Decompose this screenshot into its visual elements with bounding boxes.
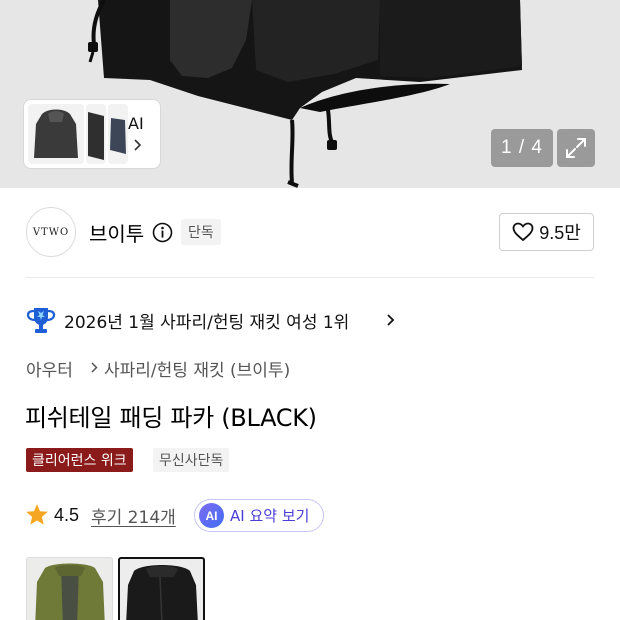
color-option-black[interactable] <box>118 557 205 620</box>
chevron-right-icon <box>134 139 142 151</box>
thumbnail-image <box>108 104 128 164</box>
like-count: 9.5만 <box>539 223 581 243</box>
ai-summary-label: AI 요약 보기 <box>230 507 310 525</box>
ranking-link[interactable]: 2026년 1월 사파리/헌팅 재킷 여성 1위 <box>64 308 349 333</box>
ai-thumbnail-label[interactable]: AI <box>128 114 144 133</box>
ai-badge-icon: AI <box>199 503 224 528</box>
thumbnail-image <box>86 104 106 164</box>
chevron-right-icon <box>91 362 98 373</box>
exclusive-badge: 단독 <box>181 219 221 245</box>
color-option-khaki[interactable] <box>26 557 113 620</box>
expand-icon <box>566 138 586 158</box>
black-parka-image <box>126 565 198 620</box>
chevron-right-icon[interactable] <box>386 313 396 327</box>
breadcrumb-item[interactable]: 아우터 <box>26 356 73 381</box>
review-count-link[interactable]: 후기 214개 <box>91 503 176 528</box>
product-image-gallery[interactable]: AI 1 / 4 <box>0 0 620 188</box>
breadcrumb-item[interactable]: 사파리/헌팅 재킷 (브이투) <box>104 356 290 381</box>
star-icon <box>26 504 48 525</box>
info-icon[interactable] <box>152 222 173 243</box>
ai-thumbnail-card[interactable] <box>24 100 160 168</box>
heart-outline-icon <box>512 222 534 242</box>
image-counter: 1 / 4 <box>491 129 553 167</box>
thumbnail-image <box>28 104 84 164</box>
brand-name[interactable]: 브이투 <box>89 218 144 247</box>
ai-summary-button[interactable]: AI AI 요약 보기 <box>194 499 324 532</box>
khaki-parka-image <box>35 563 105 620</box>
expand-button[interactable] <box>557 129 595 167</box>
like-button[interactable]: 9.5만 <box>499 213 594 251</box>
product-title: 피쉬테일 패딩 파카 (BLACK) <box>25 404 317 432</box>
trophy-icon <box>26 308 56 333</box>
exclusive-tag: 무신사단독 <box>153 448 230 472</box>
brand-logo[interactable]: VTWO <box>26 207 76 257</box>
divider <box>26 277 594 278</box>
clearance-tag: 클리어런스 위크 <box>26 448 133 472</box>
rating-score: 4.5 <box>54 505 80 525</box>
